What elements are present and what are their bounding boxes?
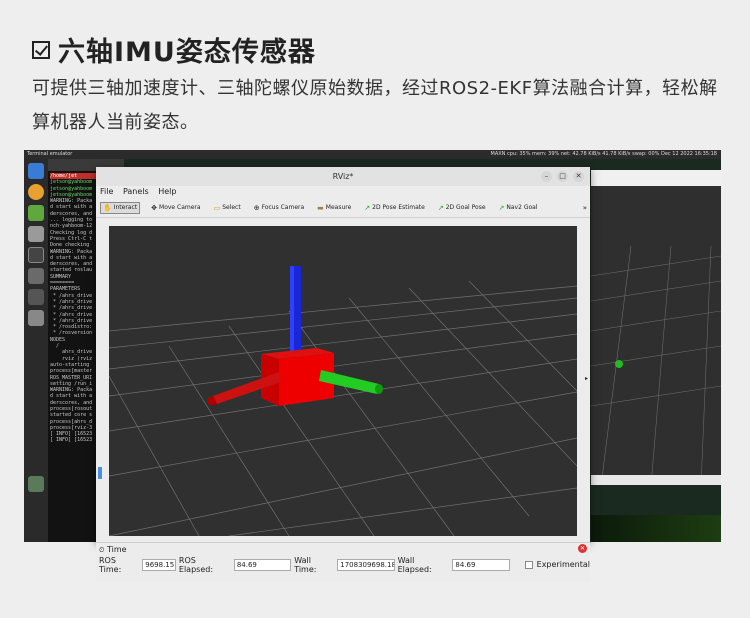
- menu-help[interactable]: Help: [158, 187, 176, 196]
- move-camera-icon: ✥: [151, 203, 158, 212]
- rviz-icon[interactable]: [28, 268, 44, 284]
- wall-elapsed-field[interactable]: 84.69: [452, 558, 510, 571]
- ros-time-field[interactable]: 9698.15: [142, 558, 176, 571]
- tool-nav2-goal[interactable]: ↗ Nav2 Goal: [497, 203, 540, 213]
- drive-icon[interactable]: [28, 310, 44, 326]
- menu-bar: File Panels Help: [96, 186, 590, 198]
- nvidia-wallpaper: [591, 515, 721, 542]
- top-bar: Terminal emulator MAXN cpu: 35% mem: 39%…: [24, 150, 721, 159]
- tool-2d-pose-estimate[interactable]: ↗ 2D Pose Estimate: [362, 203, 427, 213]
- time-panel-title: Time: [107, 545, 127, 554]
- 3d-scene: [109, 266, 577, 536]
- rviz-title: RViz*: [332, 172, 354, 181]
- ros-elapsed-field[interactable]: 84.69: [233, 558, 292, 571]
- goal-pose-icon: ↗: [437, 203, 444, 212]
- z-axis-arrow: [290, 266, 301, 356]
- tool-select[interactable]: ▭ Select: [212, 203, 243, 213]
- 3d-viewport[interactable]: [109, 226, 577, 536]
- floor-grid: [109, 280, 577, 536]
- description: 可提供三轴加速度计、三轴陀螺仪原始数据，经过ROS2-EKF算法融合计算，轻松解…: [32, 78, 718, 133]
- minimize-button[interactable]: –: [541, 171, 552, 182]
- time-panel: ⏲ Time ✕ ROS Time: 9698.15 ROS Elapsed: …: [96, 542, 590, 582]
- experimental-checkbox[interactable]: [524, 560, 533, 569]
- tool-bar: ✋ Interact ✥ Move Camera ▭ Select ⊕ Focus Ca…: [96, 198, 590, 218]
- menu-file[interactable]: File: [100, 187, 113, 196]
- tool-interact[interactable]: ✋ Interact: [100, 201, 141, 214]
- wall-time-field[interactable]: 1708309698.18: [337, 558, 395, 571]
- time-row: ROS Time: 9698.15 ROS Elapsed: 84.69 Wal…: [96, 555, 590, 574]
- ros-time-label: ROS Time:: [99, 555, 122, 574]
- maximize-button[interactable]: □: [557, 171, 568, 182]
- trash-icon[interactable]: [28, 476, 44, 492]
- measure-icon: ▬: [317, 203, 324, 212]
- tool-move-camera[interactable]: ✥ Move Camera: [149, 203, 202, 213]
- close-button[interactable]: ✕: [573, 171, 584, 182]
- bg-green-marker: [615, 360, 623, 368]
- tool-2d-goal-pose[interactable]: ↗ 2D Goal Pose: [436, 203, 488, 213]
- experimental-label: Experimental: [536, 560, 590, 569]
- time-panel-close-button[interactable]: ✕: [578, 544, 587, 553]
- left-dock-handle[interactable]: [98, 467, 102, 479]
- select-icon: ▭: [213, 203, 221, 212]
- background-rviz-window: [591, 170, 721, 485]
- firefox-icon[interactable]: [28, 184, 44, 200]
- wall-elapsed-label: Wall Elapsed:: [397, 555, 432, 574]
- time-panel-header: ⏲ Time ✕: [96, 543, 590, 556]
- clock-icon: ⏲: [99, 546, 105, 554]
- right-dock-arrow[interactable]: ▸: [585, 375, 588, 382]
- topbar-status: MAXN cpu: 35% mem: 39% net: 42.78 KiB/s …: [490, 151, 718, 157]
- rviz-titlebar: RViz* – □ ✕: [96, 167, 590, 186]
- software-icon[interactable]: [28, 205, 44, 221]
- toolbar-more-button[interactable]: »: [583, 204, 587, 212]
- pose-estimate-icon: ↗: [364, 203, 371, 212]
- rviz-window: RViz* – □ ✕ File Panels Help ✋ Interact ✥…: [96, 167, 590, 542]
- settings-icon[interactable]: [28, 226, 44, 242]
- topbar-app-name: Terminal emulator: [27, 151, 73, 157]
- terminal-icon[interactable]: [28, 247, 44, 263]
- files-icon[interactable]: [28, 163, 44, 179]
- nav-goal-icon: ↗: [498, 203, 505, 212]
- launcher: [24, 159, 48, 542]
- wall-time-label: Wall Time:: [294, 555, 317, 574]
- hand-icon: ✋: [103, 203, 112, 212]
- menu-panels[interactable]: Panels: [123, 187, 149, 196]
- checkbox-icon: [32, 40, 50, 59]
- network-icon[interactable]: [28, 289, 44, 305]
- focus-camera-icon: ⊕: [253, 203, 260, 212]
- page-title: 六轴IMU姿态传感器: [58, 37, 316, 68]
- tool-measure[interactable]: ▬ Measure: [315, 203, 353, 213]
- ros-elapsed-label: ROS Elapsed:: [178, 555, 214, 574]
- heading: 六轴IMU姿态传感器: [32, 30, 316, 69]
- tool-focus-camera[interactable]: ⊕ Focus Camera: [252, 203, 306, 213]
